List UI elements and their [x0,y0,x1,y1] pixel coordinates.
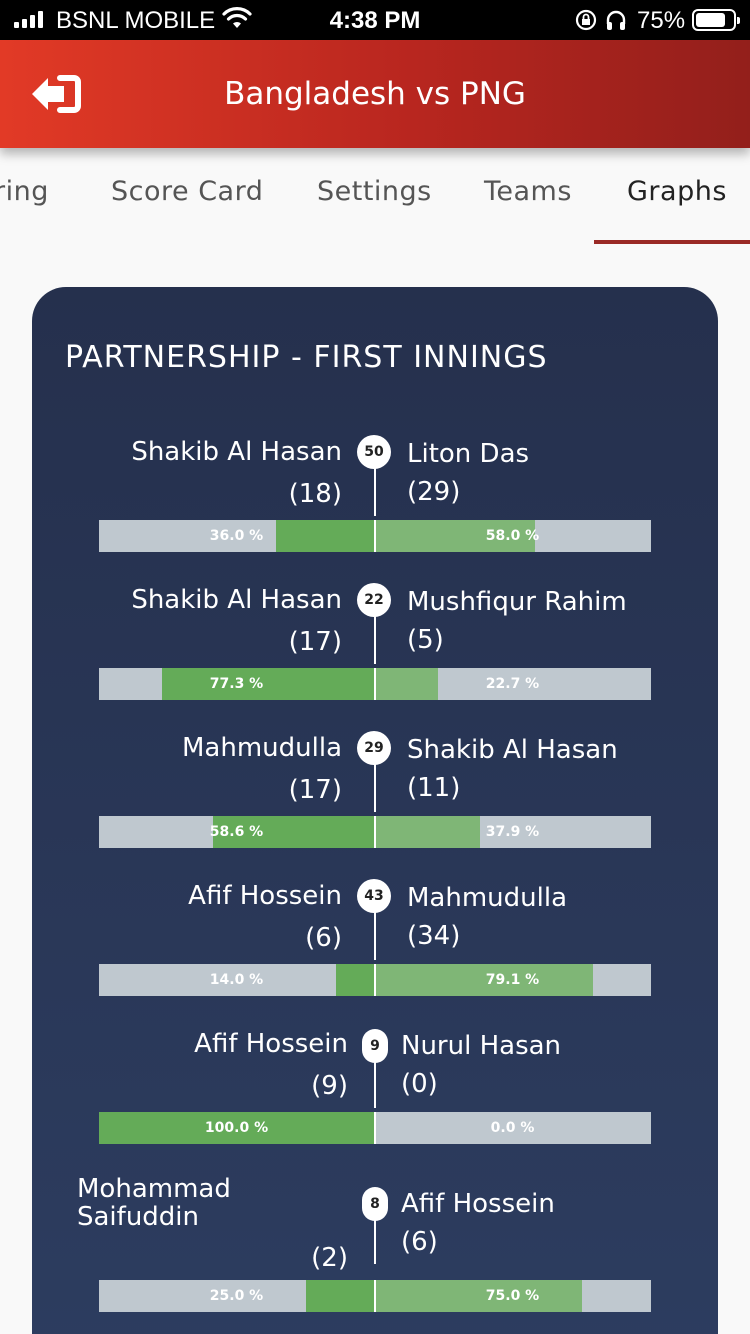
partnership-divider [374,1060,376,1108]
left-share-percent: 100.0 % [204,1120,269,1136]
left-share-percent: 36.0 % [209,528,264,544]
right-share-percent: 22.7 % [485,676,540,692]
partner-left-name: Afif Hossein [188,881,342,911]
right-share-percent: 0.0 % [490,1120,535,1136]
partner-left-runs: (17) [288,775,342,805]
partner-left-runs: (2) [311,1243,348,1273]
tab-score-card[interactable]: Score Card [111,176,263,207]
partner-left-name: Mahmudulla [181,733,342,763]
partner-left-name: Afif Hossein [194,1029,348,1059]
left-share-percent: 14.0 % [209,972,264,988]
partnership-bar: 58.6 % 37.9 % [99,816,651,848]
bar-center-line [374,520,376,552]
left-share-fill [336,964,375,996]
partner-right-runs: (0) [401,1069,438,1099]
battery-icon [692,9,740,31]
bar-center-line [374,816,376,848]
bar-center-line [374,1112,376,1144]
partner-right-runs: (6) [401,1227,438,1257]
partnership-divider [374,764,376,812]
bar-center-line [374,1280,376,1312]
app-header: Bangladesh vs PNG [0,40,750,148]
headphones-icon [606,10,626,30]
tab-bar: ring Score Card Settings Teams Graphs [0,148,750,244]
partner-left-name: Shakib Al Hasan [131,585,342,615]
partner-left-runs: (18) [288,479,342,509]
partner-right-runs: (11) [407,773,461,803]
partner-right-name: Mahmudulla [407,883,568,913]
partnership-total: 50 [357,435,391,469]
panel-title: PARTNERSHIP - FIRST INNINGS [65,340,548,375]
partner-right-runs: (5) [407,625,444,655]
left-share-percent: 77.3 % [209,676,264,692]
partnership-bar: 25.0 % 75.0 % [99,1280,651,1312]
partner-right-name: Mushfiqur Rahim [407,587,627,617]
orientation-lock-icon [575,9,597,31]
partner-left-runs: (6) [305,923,342,953]
tab-teams[interactable]: Teams [484,176,572,207]
match-title: Bangladesh vs PNG [224,76,526,112]
status-bar: BSNL MOBILE 4:38 PM 75% [0,0,750,40]
partnership-bar: 36.0 % 58.0 % [99,520,651,552]
partnership-bar: 100.0 % 0.0 % [99,1112,651,1144]
partnership-divider [374,616,376,664]
partner-right-name: Shakib Al Hasan [407,735,618,765]
partner-right-name: Afif Hossein [401,1189,555,1219]
partnership-bar: 77.3 % 22.7 % [99,668,651,700]
partnership-total: 22 [357,583,391,617]
partner-right-runs: (34) [407,921,461,951]
partnership-total: 43 [357,879,391,913]
right-share-fill [375,816,480,848]
right-share-percent: 37.9 % [485,824,540,840]
partnership-total: 9 [362,1029,388,1063]
partner-left-name: Mohammad Saifuddin [77,1174,231,1232]
left-share-percent: 58.6 % [209,824,264,840]
battery-percent: 75% [637,7,686,34]
partner-right-name: Liton Das [407,439,530,469]
partnership-total: 8 [362,1187,388,1221]
right-share-fill [375,668,438,700]
bar-center-line [374,964,376,996]
left-share-percent: 25.0 % [209,1288,264,1304]
right-share-percent: 79.1 % [485,972,540,988]
tab-graphs[interactable]: Graphs [627,176,727,207]
partnership-divider [374,468,376,516]
partner-right-runs: (29) [407,477,461,507]
tab-scoring[interactable]: ring [0,176,49,207]
right-share-percent: 75.0 % [485,1288,540,1304]
partnership-total: 29 [357,731,391,765]
bar-center-line [374,668,376,700]
partner-left-runs: (17) [288,627,342,657]
partner-left-name: Shakib Al Hasan [131,437,342,467]
right-share-percent: 58.0 % [485,528,540,544]
partnership-bar: 14.0 % 79.1 % [99,964,651,996]
left-share-fill [275,520,375,552]
partnership-divider [374,1218,376,1264]
active-tab-indicator [594,240,750,244]
tab-settings[interactable]: Settings [317,176,432,207]
partner-left-runs: (9) [311,1071,348,1101]
partner-right-name: Nurul Hasan [401,1031,562,1061]
left-share-fill [306,1280,375,1312]
partnership-divider [374,912,376,960]
